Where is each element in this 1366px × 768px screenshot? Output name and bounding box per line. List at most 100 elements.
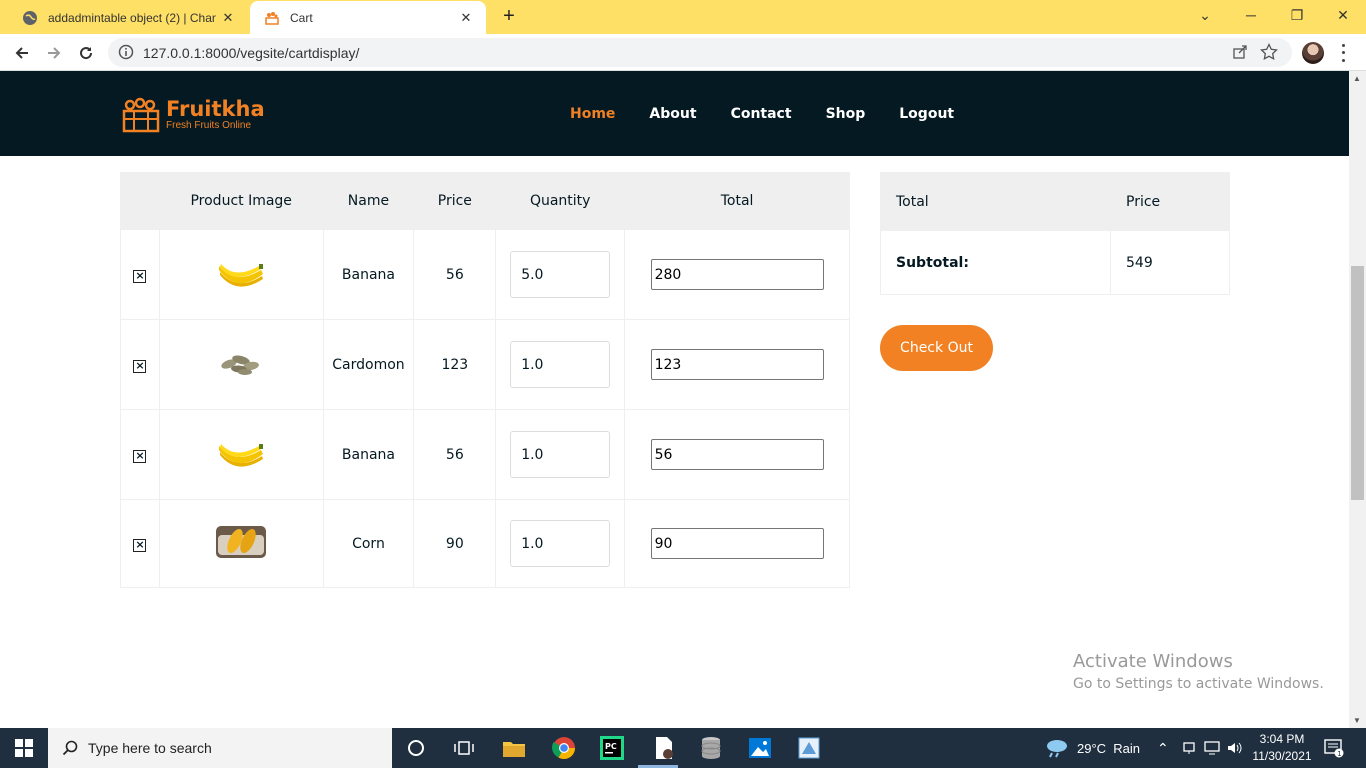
browser-tab-bar: addadmintable object (2) | Chang ✕ Cart … [0,0,1366,34]
search-placeholder: Type here to search [88,740,212,756]
table-row: × Corn 90 [120,499,850,588]
weather-text: 29°C Rain [1077,740,1141,756]
total-field[interactable] [650,528,824,559]
photos-icon[interactable] [746,734,774,762]
minimize-icon[interactable]: ─ [1228,0,1274,30]
total-header: Total [624,172,850,230]
site-header: Fruitkha Fresh Fruits Online Home About … [0,71,1349,156]
nav-about[interactable]: About [649,106,696,122]
quantity-input[interactable] [510,251,611,298]
product-price: 90 [413,499,497,588]
remove-item-icon[interactable]: × [133,449,147,463]
table-row: × Banana 56 [120,409,850,500]
cortana-icon[interactable] [402,734,430,762]
quantity-input[interactable] [510,520,611,567]
file-explorer-icon[interactable] [500,734,528,762]
totals-price-header: Price [1110,172,1230,231]
banana-image [219,263,264,287]
banana-image [219,443,264,467]
close-window-icon[interactable]: ✕ [1320,0,1366,30]
new-tab-icon[interactable]: + [498,6,520,28]
tab-search-icon[interactable]: ⌄ [1182,0,1228,30]
display-icon[interactable] [1204,728,1220,768]
price-header: Price [413,172,497,230]
product-name: Banana [322,229,415,320]
notification-count: 1 [1337,750,1341,758]
nav-contact[interactable]: Contact [731,106,792,122]
show-hidden-icons[interactable]: ⌃ [1157,728,1169,768]
system-clock[interactable]: 3:04 PM 11/30/2021 [1252,731,1312,765]
product-name: Corn [322,499,415,588]
page-scrollbar[interactable]: ▲ ▼ [1349,71,1366,728]
site-info-icon[interactable] [118,44,134,65]
windows-start-icon[interactable] [0,728,48,768]
close-tab-icon[interactable]: ✕ [216,10,240,26]
reload-icon[interactable] [73,40,99,66]
fruit-crate-icon [122,97,160,133]
quantity-input[interactable] [510,341,611,388]
tab-title: Cart [290,10,313,25]
profile-avatar[interactable] [1302,42,1324,64]
restore-icon[interactable]: ❐ [1274,0,1320,30]
database-icon[interactable] [697,734,725,762]
forward-icon[interactable] [41,40,67,66]
scroll-down-icon[interactable]: ▼ [1353,716,1361,725]
product-image-header: Product Image [158,172,324,230]
scroll-up-icon[interactable]: ▲ [1353,74,1361,83]
paint-icon[interactable] [795,734,823,762]
subtotal-label: Subtotal: [880,230,1111,295]
nav-shop[interactable]: Shop [826,106,866,122]
remove-item-icon[interactable]: × [133,359,147,373]
notifications-icon[interactable]: 1 [1324,728,1344,768]
main-nav: Home About Contact Shop Logout [570,106,988,122]
remove-item-icon[interactable]: × [133,538,147,552]
taskbar-search-input[interactable]: Type here to search [48,728,392,768]
volume-icon[interactable] [1227,728,1243,768]
cart-table: Product Image Name Price Quantity Total … [120,172,850,588]
back-icon[interactable] [9,40,35,66]
remove-column-header [120,172,160,230]
nav-logout[interactable]: Logout [899,106,954,122]
fruit-basket-icon [264,10,280,26]
total-field[interactable] [650,259,824,290]
product-name: Banana [322,409,415,500]
total-field[interactable] [650,439,824,470]
table-row: × Cardomon 123 [120,319,850,410]
watermark-subtitle: Go to Settings to activate Windows. [1073,676,1324,692]
bookmark-star-icon[interactable] [1260,42,1278,66]
checkout-button[interactable]: Check Out [880,325,993,371]
nav-home[interactable]: Home [570,106,615,122]
url-text: 127.0.0.1:8000/vegsite/cartdisplay/ [143,45,360,61]
product-price: 123 [413,319,497,410]
scrollbar-thumb[interactable] [1351,266,1364,500]
close-tab-icon[interactable]: ✕ [454,10,478,26]
brand-tagline: Fresh Fruits Online [166,120,252,131]
watermark-title: Activate Windows [1073,651,1233,672]
network-icon[interactable] [1182,728,1196,768]
total-field[interactable] [650,349,824,380]
quantity-input[interactable] [510,431,611,478]
weather-widget[interactable]: 29°C Rain [1045,728,1140,768]
svg-text:PC: PC [605,742,617,751]
windows-taskbar: Type here to search PC 29°C Rain ⌃ 3:04 … [0,728,1366,768]
brand-name: Fruitkha [166,97,265,121]
pycharm-icon[interactable]: PC [598,734,626,762]
address-bar[interactable]: 127.0.0.1:8000/vegsite/cartdisplay/ [108,38,1292,67]
task-view-icon[interactable] [450,734,478,762]
subtotal-row: Subtotal: 549 [880,230,1230,295]
activate-windows-watermark: Activate Windows Go to Settings to activ… [1073,651,1324,692]
browser-menu-icon[interactable] [1340,42,1346,64]
rain-cloud-icon [1047,740,1067,758]
share-icon[interactable] [1232,44,1248,65]
document-app-icon[interactable] [650,734,678,762]
chrome-icon[interactable] [550,734,578,762]
site-logo[interactable]: Fruitkha Fresh Fruits Online [122,97,265,133]
quantity-header: Quantity [495,172,626,230]
clock-date: 11/30/2021 [1252,749,1312,763]
browser-tab-cart[interactable]: Cart ✕ [250,1,486,34]
product-name: Cardomon [322,319,415,410]
remove-item-icon[interactable]: × [133,269,147,283]
corn-image [216,525,267,558]
browser-tab-admin[interactable]: addadmintable object (2) | Chang ✕ [8,2,248,34]
product-price: 56 [413,409,497,500]
